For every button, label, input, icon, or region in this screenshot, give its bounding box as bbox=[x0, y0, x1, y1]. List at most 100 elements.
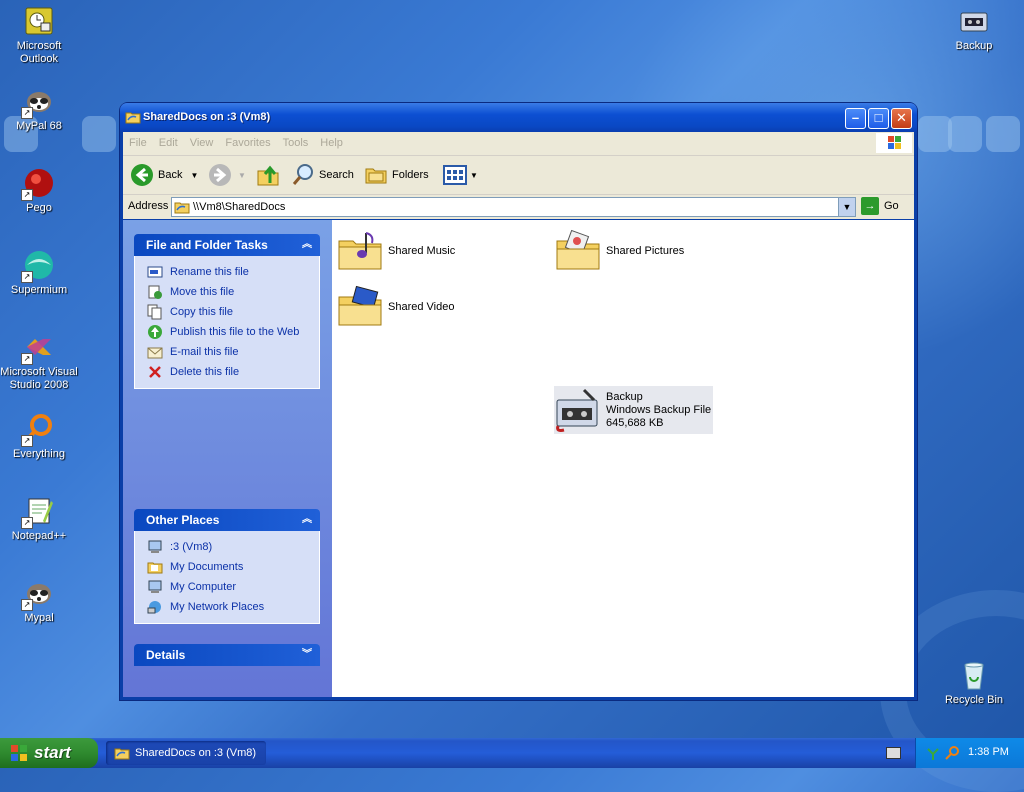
task-label: Copy this file bbox=[170, 306, 233, 318]
details-header[interactable]: Details ︾ bbox=[134, 644, 320, 666]
menu-edit[interactable]: Edit bbox=[153, 132, 184, 149]
desktop-icon-label: Supermium bbox=[10, 284, 68, 296]
desktop-icon-pego[interactable]: ↗ Pego bbox=[0, 167, 78, 215]
menu-tools[interactable]: Tools bbox=[277, 132, 315, 149]
address-label: Address bbox=[128, 200, 169, 212]
place-label: My Network Places bbox=[170, 601, 265, 613]
place-my-documents[interactable]: My Documents bbox=[147, 557, 319, 577]
up-folder-icon bbox=[257, 165, 279, 186]
shared-folder-icon bbox=[114, 748, 130, 760]
file-name: Shared Music bbox=[388, 244, 456, 257]
back-label: Back bbox=[158, 169, 183, 181]
folders-button[interactable]: Folders bbox=[364, 163, 429, 187]
back-dropdown-icon[interactable]: ▼ bbox=[190, 171, 198, 180]
network-icon bbox=[147, 601, 161, 614]
toolbar: Back ▼ ▼ Search Folders ▼ bbox=[123, 156, 914, 195]
desktop-icon-label: Backup bbox=[955, 40, 993, 52]
keyboard-icon[interactable] bbox=[886, 747, 901, 759]
music-folder-icon bbox=[338, 232, 382, 270]
address-bar: Address \\Vm8\SharedDocs ▼ → Go bbox=[123, 195, 914, 219]
desktop-icon-notepadpp[interactable]: ↗ Notepad++ bbox=[0, 495, 78, 543]
desktop-icon-everything[interactable]: ↗ Everything bbox=[0, 413, 78, 461]
place-vm8[interactable]: :3 (Vm8) bbox=[147, 537, 319, 557]
back-arrow-icon bbox=[131, 164, 153, 186]
desktop-icon-supermium[interactable]: ↗ Supermium bbox=[0, 249, 78, 297]
copy-icon bbox=[147, 304, 162, 320]
place-label: My Computer bbox=[170, 581, 237, 593]
panel-title: Other Places bbox=[146, 513, 220, 527]
task-move-file[interactable]: Move this file bbox=[147, 282, 319, 302]
views-button[interactable]: ▼ bbox=[443, 163, 478, 187]
forward-dropdown-icon: ▼ bbox=[238, 170, 246, 180]
file-folder-tasks-header[interactable]: File and Folder Tasks ︽ bbox=[134, 234, 320, 256]
menu-file[interactable]: File bbox=[123, 132, 153, 149]
task-label: Publish this file to the Web bbox=[170, 326, 300, 338]
chevron-up-icon[interactable]: ︽ bbox=[300, 514, 314, 526]
my-documents-icon bbox=[147, 562, 163, 574]
task-copy-file[interactable]: Copy this file bbox=[147, 302, 319, 322]
forward-arrow-icon bbox=[209, 164, 231, 186]
desktop-icon-backup[interactable]: Backup bbox=[935, 5, 1013, 53]
desktop-icon-label: Microsoft Visual Studio 2008 bbox=[0, 366, 78, 391]
desktop-icon-recycle-bin[interactable]: Recycle Bin bbox=[935, 659, 1013, 707]
chevron-up-icon[interactable]: ︽ bbox=[300, 239, 314, 251]
desktop-icon-label: Mypal bbox=[24, 612, 54, 624]
window-title: SharedDocs on :3 (Vm8) bbox=[143, 111, 271, 123]
start-button[interactable]: start bbox=[0, 738, 98, 768]
task-label: Move this file bbox=[170, 286, 235, 298]
task-label: SharedDocs on :3 (Vm8) bbox=[135, 747, 257, 759]
forward-button[interactable]: ▼ bbox=[208, 163, 246, 187]
views-dropdown-icon[interactable]: ▼ bbox=[470, 171, 478, 180]
search-button[interactable]: Search bbox=[291, 163, 354, 187]
shared-folder-icon bbox=[174, 202, 190, 214]
network-tray-icon[interactable] bbox=[926, 745, 940, 761]
go-button[interactable]: → Go bbox=[861, 197, 899, 215]
backup-icon bbox=[960, 12, 988, 32]
task-rename-file[interactable]: Rename this file bbox=[147, 262, 319, 282]
folders-icon bbox=[365, 168, 387, 184]
place-my-computer[interactable]: My Computer bbox=[147, 577, 319, 597]
menu-favorites[interactable]: Favorites bbox=[219, 132, 276, 149]
delete-icon bbox=[149, 366, 161, 378]
desktop-icon-label: MyPal 68 bbox=[16, 120, 62, 132]
desktop-icon-outlook[interactable]: Microsoft Outlook bbox=[0, 5, 78, 66]
menu-view[interactable]: View bbox=[184, 132, 220, 149]
back-button[interactable]: Back ▼ bbox=[130, 163, 198, 187]
up-folder-button[interactable] bbox=[256, 163, 280, 187]
chevron-down-icon[interactable]: ︾ bbox=[300, 649, 314, 661]
other-places-header[interactable]: Other Places ︽ bbox=[134, 509, 320, 531]
place-my-network-places[interactable]: My Network Places bbox=[147, 597, 319, 617]
address-value: \\Vm8\SharedDocs bbox=[193, 201, 286, 213]
place-label: :3 (Vm8) bbox=[170, 541, 213, 553]
file-item-shared-pictures[interactable]: Shared Pictures bbox=[554, 227, 684, 275]
desktop-icon-mypal68[interactable]: ↗ MyPal 68 bbox=[0, 85, 78, 133]
shared-folder-icon bbox=[125, 112, 141, 124]
maximize-button[interactable]: □ bbox=[868, 108, 889, 129]
title-bar[interactable]: SharedDocs on :3 (Vm8) – □ ✕ bbox=[120, 103, 917, 132]
clock[interactable]: 1:38 PM bbox=[968, 746, 1009, 758]
search-label: Search bbox=[319, 169, 354, 181]
file-item-backup[interactable]: Backup Windows Backup File 645,688 KB bbox=[554, 386, 714, 434]
minimize-button[interactable]: – bbox=[845, 108, 866, 129]
panel-title: File and Folder Tasks bbox=[146, 238, 268, 252]
taskbar-button-shareddocs[interactable]: SharedDocs on :3 (Vm8) bbox=[106, 741, 266, 765]
task-publish-web[interactable]: Publish this file to the Web bbox=[147, 322, 319, 342]
address-input[interactable]: \\Vm8\SharedDocs ▼ bbox=[171, 197, 856, 217]
menu-help[interactable]: Help bbox=[314, 132, 349, 149]
desktop-icon-label: Everything bbox=[13, 448, 65, 460]
task-email-file[interactable]: E-mail this file bbox=[147, 342, 319, 362]
task-delete-file[interactable]: Delete this file bbox=[147, 362, 319, 382]
windows-flag-icon bbox=[11, 745, 27, 761]
close-button[interactable]: ✕ bbox=[891, 108, 912, 129]
start-label: start bbox=[34, 743, 71, 762]
file-item-shared-video[interactable]: Shared Video bbox=[336, 283, 454, 331]
search-tray-icon[interactable] bbox=[944, 745, 960, 761]
desktop-icon-visual-studio[interactable]: ↗ Microsoft Visual Studio 2008 bbox=[0, 331, 78, 392]
file-item-shared-music[interactable]: Shared Music bbox=[336, 227, 455, 275]
email-icon bbox=[147, 347, 163, 359]
desktop-icon-mypal[interactable]: ↗ Mypal bbox=[0, 577, 78, 625]
desktop-icon-label: Pego bbox=[26, 202, 52, 214]
file-type: Windows Backup File bbox=[606, 403, 712, 416]
address-dropdown-icon[interactable]: ▼ bbox=[838, 198, 855, 216]
go-label: Go bbox=[884, 200, 899, 212]
